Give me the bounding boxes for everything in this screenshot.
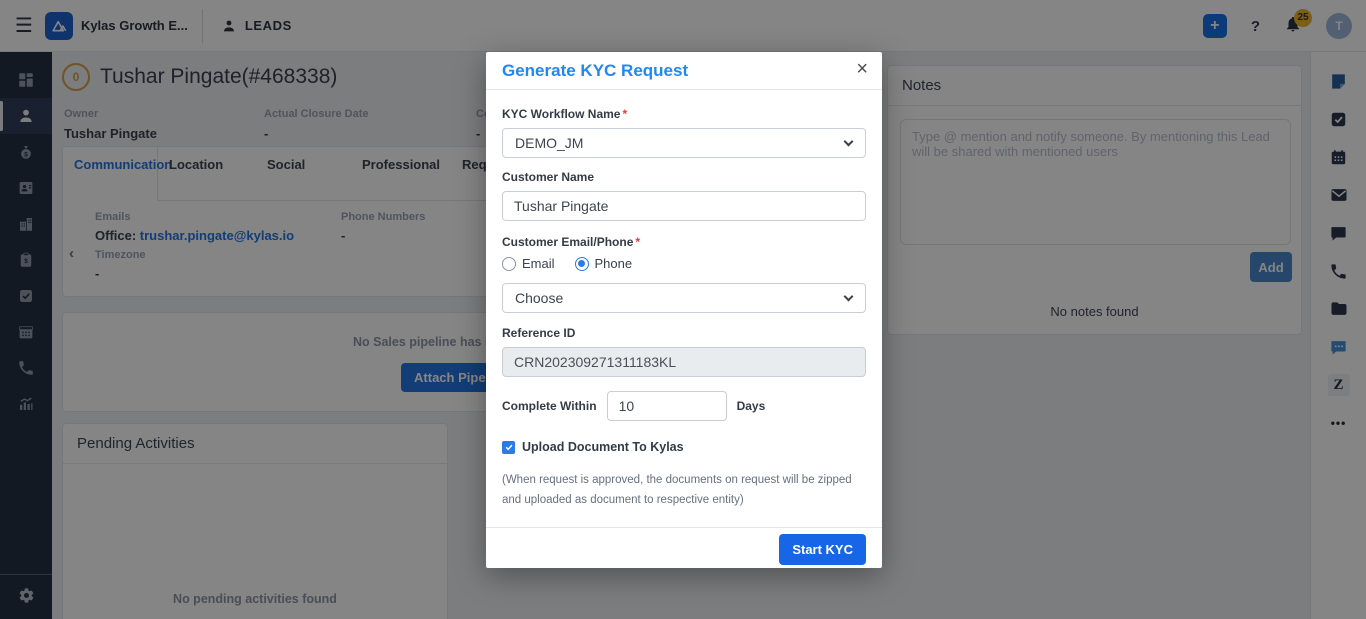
app-window: ☰ Kylas Growth E... LEADS + ? 25 T $ $ — [0, 0, 1366, 619]
generate-kyc-modal: Generate KYC Request × KYC Workflow Name… — [486, 52, 882, 568]
close-icon[interactable]: × — [856, 59, 868, 79]
chevron-down-icon — [844, 292, 854, 302]
customer-name-input[interactable] — [502, 191, 866, 221]
chevron-down-icon — [844, 137, 854, 147]
workflow-name-label: KYC Workflow Name* — [502, 107, 866, 121]
start-kyc-button[interactable]: Start KYC — [779, 534, 866, 565]
radio-unchecked-icon — [502, 257, 516, 271]
upload-document-checkbox-row[interactable]: Upload Document To Kylas — [502, 440, 866, 454]
radio-phone[interactable]: Phone — [575, 256, 633, 271]
days-label: Days — [737, 399, 766, 413]
customer-name-label: Customer Name — [502, 170, 866, 184]
complete-within-label: Complete Within — [502, 399, 597, 413]
modal-header: Generate KYC Request × — [486, 52, 882, 90]
complete-within-input[interactable] — [607, 391, 727, 421]
workflow-select[interactable]: DEMO_JM — [502, 128, 866, 158]
customer-contact-label: Customer Email/Phone* — [502, 235, 866, 249]
upload-document-label: Upload Document To Kylas — [522, 440, 684, 454]
complete-within-row: Complete Within Days — [502, 391, 866, 421]
modal-footer: Start KYC — [486, 527, 882, 568]
required-asterisk: * — [622, 107, 627, 121]
phone-select[interactable]: Choose — [502, 283, 866, 313]
modal-body: KYC Workflow Name* DEMO_JM Customer Name… — [486, 90, 882, 510]
reference-id-input — [502, 347, 866, 377]
contact-type-radio-group: Email Phone — [502, 256, 866, 271]
required-asterisk: * — [635, 235, 640, 249]
radio-email[interactable]: Email — [502, 256, 555, 271]
radio-checked-icon — [575, 257, 589, 271]
upload-note-text: (When request is approved, the documents… — [502, 470, 872, 510]
checkbox-checked-icon — [502, 441, 515, 454]
reference-id-label: Reference ID — [502, 326, 866, 340]
modal-title: Generate KYC Request — [502, 61, 688, 80]
